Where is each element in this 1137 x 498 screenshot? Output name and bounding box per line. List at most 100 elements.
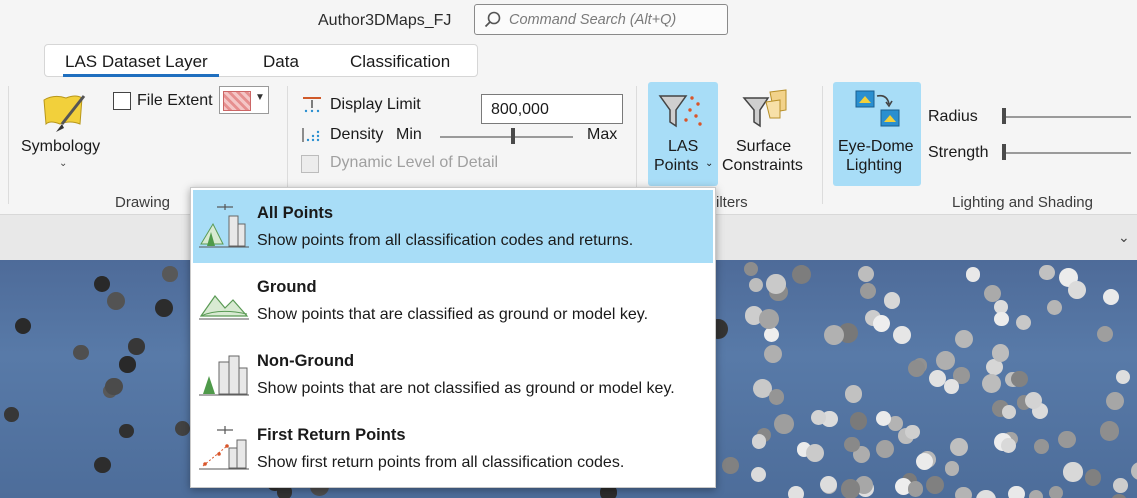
las-points-label-2: Points <box>654 157 699 174</box>
symbology-button[interactable]: Symbology ⌄ <box>14 86 114 178</box>
lidar-point <box>94 456 111 474</box>
lidar-point <box>840 478 861 498</box>
lidar-point <box>966 267 981 282</box>
lidar-point <box>128 338 145 355</box>
dropdown-arrow-icon: ▼ <box>255 92 265 103</box>
dynamic-lod-checkbox[interactable] <box>301 155 319 173</box>
eye-dome-lighting-button[interactable]: Eye-Dome Lighting <box>833 82 921 186</box>
lidar-point <box>119 423 134 438</box>
edl-label-1: Eye-Dome <box>838 138 914 155</box>
display-limit-label: Display Limit <box>330 96 421 113</box>
las-points-label-1: LAS <box>668 138 699 155</box>
lidar-point <box>1102 288 1120 306</box>
menu-item-desc: Show points that are not classified as g… <box>257 380 675 397</box>
first-return-icon <box>199 426 249 470</box>
non-ground-icon <box>199 355 249 396</box>
lidar-point <box>1110 494 1127 498</box>
group-label-drawing: Drawing <box>115 194 171 211</box>
menu-item-first-return-points[interactable]: First Return Points Show first return po… <box>193 412 713 485</box>
lidar-point <box>1115 369 1130 385</box>
lidar-point <box>1024 391 1042 409</box>
lidar-point <box>875 439 894 458</box>
radius-slider[interactable] <box>1003 116 1131 118</box>
lidar-point <box>106 291 126 311</box>
lidar-point <box>943 379 959 394</box>
file-extent-checkbox[interactable] <box>113 92 131 110</box>
lidar-point <box>119 356 136 373</box>
tab-classification[interactable]: Classification <box>350 52 450 72</box>
menu-item-desc: Show points from all classification code… <box>257 232 634 249</box>
strength-label: Strength <box>928 144 989 161</box>
lidar-point <box>1033 439 1049 455</box>
eye-dome-lighting-icon <box>855 90 900 127</box>
group-label-lighting: Lighting and Shading <box>952 194 1093 211</box>
lidar-point <box>1048 486 1063 498</box>
lidar-point <box>1028 489 1043 498</box>
chevron-down-icon[interactable]: ⌄ <box>1118 229 1130 246</box>
lidar-point <box>105 377 123 396</box>
lidar-point <box>844 385 863 403</box>
lidar-point <box>857 265 874 282</box>
lidar-point <box>1038 264 1055 281</box>
file-extent-color-dropdown[interactable]: ▼ <box>219 86 269 114</box>
lidar-point <box>1011 370 1028 387</box>
menu-item-all-points[interactable]: All Points Show points from all classifi… <box>193 190 713 263</box>
active-tab-underline <box>63 74 219 77</box>
lidar-point <box>72 344 89 361</box>
density-slider-thumb[interactable] <box>511 128 516 144</box>
strength-slider[interactable] <box>1003 152 1131 154</box>
lidar-point <box>750 466 767 483</box>
radius-slider-thumb[interactable] <box>1002 108 1006 124</box>
menu-item-non-ground[interactable]: Non-Ground Show points that are not clas… <box>193 338 713 411</box>
lidar-point <box>791 265 812 285</box>
separator <box>8 86 9 204</box>
lidar-point <box>925 475 945 495</box>
lidar-point <box>722 457 739 475</box>
lidar-point <box>1008 485 1025 498</box>
all-points-icon <box>199 204 249 248</box>
menu-item-title: First Return Points <box>257 426 406 444</box>
display-limit-value: 800,000 <box>491 101 549 118</box>
surface-constraints-icon <box>742 89 787 128</box>
window-title: Author3DMaps_FJ <box>318 12 452 29</box>
lidar-point <box>1113 477 1129 493</box>
lidar-point <box>949 437 968 456</box>
lidar-point <box>788 485 805 498</box>
lidar-point <box>1063 462 1083 482</box>
display-limit-input[interactable]: 800,000 <box>481 94 623 124</box>
lidar-point <box>1099 421 1120 441</box>
edl-label-2: Lighting <box>846 157 903 174</box>
lidar-point <box>982 373 1002 393</box>
lidar-point <box>155 299 174 317</box>
lidar-point <box>844 436 860 453</box>
surface-constraints-label-2: Constraints <box>722 157 803 174</box>
lidar-point <box>991 344 1010 363</box>
lidar-point <box>744 261 759 276</box>
surface-constraints-label-1: Surface <box>736 138 792 155</box>
lidar-point <box>872 315 890 333</box>
tab-data[interactable]: Data <box>263 52 299 72</box>
lidar-point <box>763 326 779 342</box>
chevron-down-icon: ⌄ <box>59 158 68 169</box>
lidar-point <box>1015 314 1031 330</box>
lidar-point <box>1046 299 1062 316</box>
lidar-point <box>1067 281 1086 300</box>
density-slider[interactable] <box>440 136 573 138</box>
tab-las-dataset-layer[interactable]: LAS Dataset Layer <box>65 52 208 72</box>
strength-slider-thumb[interactable] <box>1002 144 1006 160</box>
menu-item-title: Ground <box>257 278 317 296</box>
lidar-point <box>955 487 972 498</box>
surface-constraints-button[interactable]: Surface Constraints <box>720 82 810 186</box>
menu-item-ground[interactable]: Ground Show points that are classified a… <box>193 264 713 337</box>
lidar-point <box>1000 437 1017 454</box>
las-points-button[interactable]: LAS Points ⌄ <box>648 82 718 186</box>
lidar-point <box>883 292 901 309</box>
menu-item-title: Non-Ground <box>257 352 355 370</box>
chevron-down-icon: ⌄ <box>705 158 714 169</box>
radius-label: Radius <box>928 108 978 125</box>
lidar-point <box>907 359 926 378</box>
command-search-input[interactable]: Command Search (Alt+Q) <box>474 4 728 35</box>
density-max-label: Max <box>587 126 618 143</box>
menu-item-title: All Points <box>257 204 334 222</box>
las-points-dropdown-menu: All Points Show points from all classifi… <box>190 187 716 488</box>
